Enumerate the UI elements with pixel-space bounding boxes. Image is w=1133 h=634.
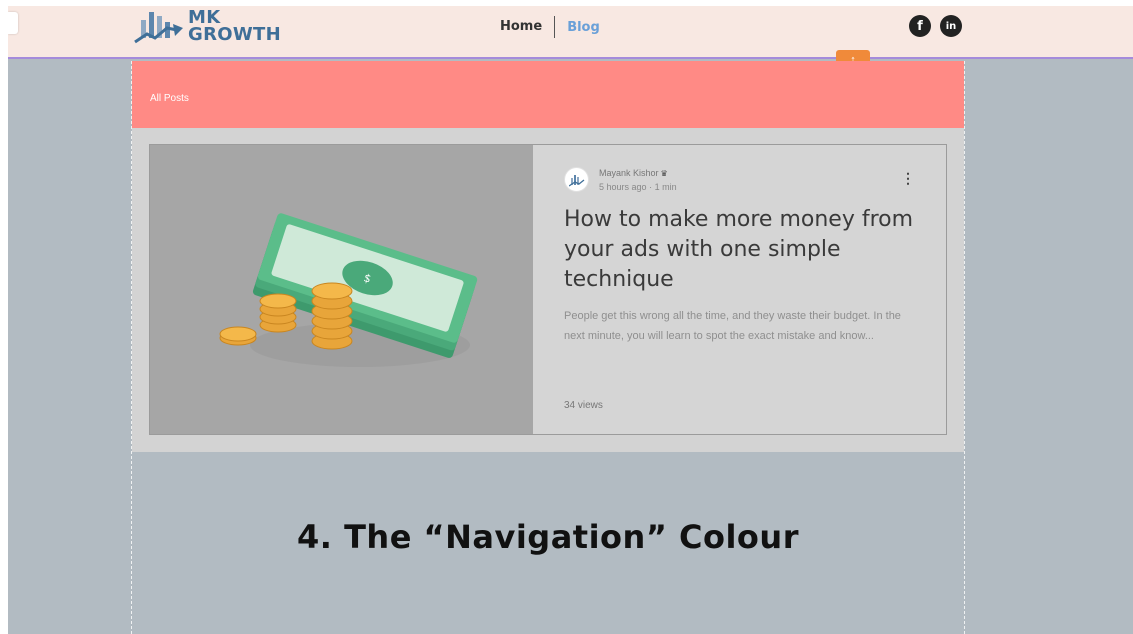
blog-category-bar: All Posts — [132, 61, 964, 128]
nav-home-link[interactable]: Home — [500, 16, 556, 38]
read-time: 1 min — [654, 182, 677, 192]
post-cover-image[interactable]: $ — [150, 145, 533, 434]
site-logo[interactable]: MK GROWTH — [133, 8, 293, 50]
post-title[interactable]: How to make more money from your ads wit… — [564, 205, 924, 295]
post-meta: 5 hours ago · 1 min — [599, 182, 677, 192]
post-time: 5 hours ago — [599, 182, 647, 192]
caption-heading: 4. The “Navigation” Colour — [297, 518, 799, 556]
linkedin-icon[interactable]: in — [940, 15, 962, 37]
growth-chart-icon — [568, 174, 584, 187]
author-name-text: Mayank Kishor — [599, 168, 659, 178]
facebook-icon[interactable]: f — [909, 15, 931, 37]
author-avatar[interactable] — [564, 167, 589, 192]
nav-blog-link[interactable]: Blog — [555, 20, 600, 35]
growth-chart-icon — [134, 12, 183, 44]
money-illustration: $ — [219, 213, 478, 367]
site-header: MK GROWTH Home Blog f in — [8, 6, 1133, 59]
post-excerpt: People get this wrong all the time, and … — [564, 310, 901, 342]
more-options-icon[interactable]: ⋮ — [901, 171, 915, 185]
post-card-body: Mayank Kishor ♛ 5 hours ago · 1 min ⋮ How… — [533, 145, 946, 434]
author-name[interactable]: Mayank Kishor ♛ — [599, 168, 668, 178]
main-nav: Home Blog — [500, 16, 600, 38]
post-views: 34 views — [564, 400, 603, 411]
editor-canvas: MK GROWTH Home Blog f in ↕ All Posts $ M… — [8, 6, 1133, 634]
post-card[interactable]: $ Mayank Kishor ♛ 5 hours ago · 1 min ⋮ … — [149, 144, 947, 435]
panel-tab[interactable] — [8, 12, 18, 34]
crown-icon: ♛ — [660, 169, 668, 178]
section-guide-right — [964, 61, 965, 634]
logo-line-2: GROWTH — [188, 24, 281, 45]
all-posts-link[interactable]: All Posts — [150, 93, 189, 104]
blog-feed: $ Mayank Kishor ♛ 5 hours ago · 1 min ⋮ … — [132, 128, 964, 452]
logo-text: MK GROWTH — [188, 9, 281, 45]
